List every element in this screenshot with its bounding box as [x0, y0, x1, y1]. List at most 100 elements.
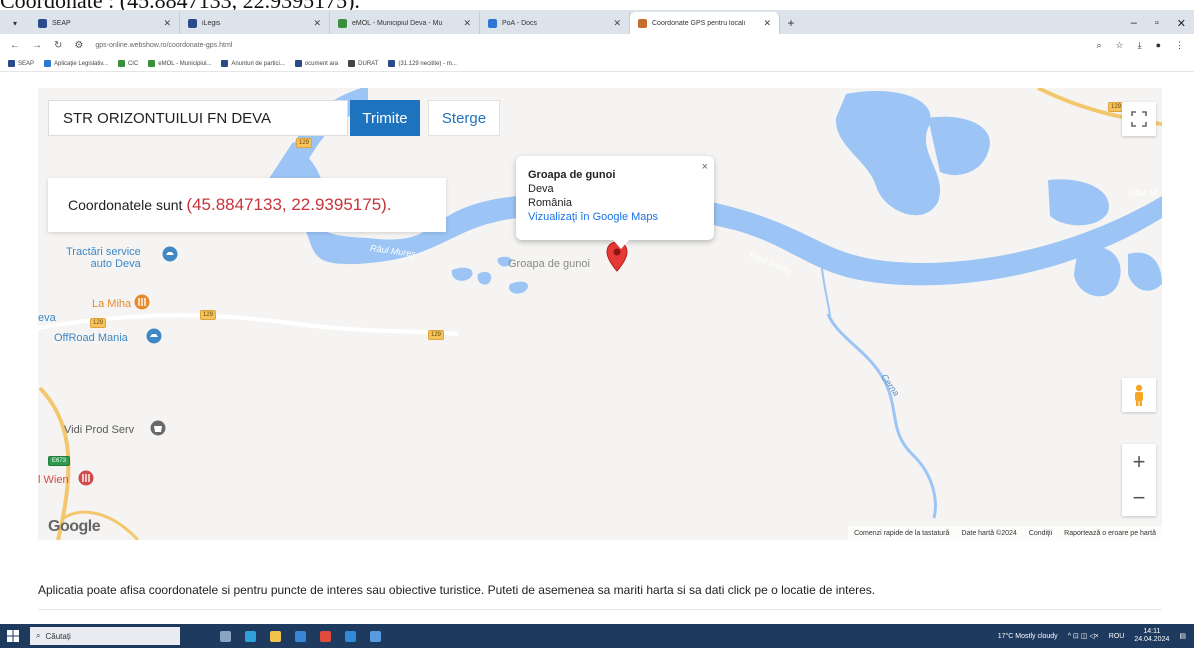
tab-seap[interactable]: SEAP ✕: [30, 12, 180, 34]
road-number-badge: E673: [48, 456, 70, 466]
bookmark-anunturi[interactable]: Anunturi de partici...: [221, 60, 285, 67]
bookmark-label: Anunturi de partici...: [231, 60, 285, 67]
tab-coordonate-gps[interactable]: Coordonate GPS pentru locali ✕: [630, 12, 780, 34]
minimize-icon[interactable]: –: [1131, 17, 1137, 29]
search-placeholder: Căutați: [45, 631, 71, 641]
restaurant-icon[interactable]: [78, 470, 94, 488]
store-icon[interactable]: [295, 630, 306, 642]
road-number-badge: 129: [90, 318, 106, 328]
bookmark-icon: [294, 60, 302, 67]
bookmark-icon: [44, 60, 52, 67]
forward-icon[interactable]: →: [32, 40, 42, 51]
profile-icon[interactable]: ●: [1156, 40, 1161, 51]
taskbar-search-input[interactable]: ⌕ Căutați: [30, 627, 180, 645]
close-icon[interactable]: ✕: [463, 18, 471, 29]
download-icon[interactable]: ⤓: [1138, 40, 1142, 51]
lake: [835, 91, 941, 216]
tab-poa-docs[interactable]: PoA - Docs ✕: [480, 12, 630, 34]
poi-offroad-mania[interactable]: OffRoad Mania: [54, 332, 128, 344]
system-tray: 17°C Mostly cloudy ^ ⊡ ◫ ◁× ROU 14:11 24…: [998, 628, 1194, 644]
report-error-link[interactable]: Raportează o eroare pe hartă: [1064, 530, 1156, 537]
bookmark-document[interactable]: ocument ara: [294, 60, 338, 67]
info-title: Groapa de gunoi: [528, 169, 616, 181]
tab-title: PoA - Docs: [502, 19, 538, 27]
shop-icon[interactable]: [150, 420, 166, 438]
file-explorer-icon[interactable]: [270, 630, 281, 642]
reload-icon[interactable]: ↻: [54, 40, 62, 51]
clock-time: 14:11: [1143, 628, 1161, 635]
bookmark-star-icon[interactable]: ☆: [1116, 40, 1124, 51]
bookmark-emol[interactable]: eMOL - Municipiul...: [148, 60, 211, 67]
bookmark-durat[interactable]: DURAT: [348, 60, 378, 67]
google-maps-link[interactable]: Vizualizaţi în Google Maps: [528, 210, 702, 224]
close-icon[interactable]: ✕: [163, 18, 171, 29]
browser-tab-bar: ▾ SEAP ✕ iLegis ✕ eMOL - Municipiul Deva…: [0, 10, 1194, 34]
bookmark-mail[interactable]: (31.129 necitite) - m...: [388, 60, 457, 67]
weather-widget[interactable]: 17°C Mostly cloudy: [998, 633, 1058, 640]
close-icon[interactable]: ×: [702, 160, 708, 174]
zoom-icon[interactable]: ⌕: [1096, 40, 1101, 51]
poi-wien[interactable]: l Wien: [38, 474, 69, 486]
url-field[interactable]: gps-online.webshow.ro/coordonate-gps.htm…: [95, 42, 1084, 49]
maximize-icon[interactable]: ▫: [1155, 17, 1159, 29]
back-icon[interactable]: ←: [10, 40, 20, 51]
bookmark-seap[interactable]: SEAP: [8, 60, 34, 67]
language-indicator[interactable]: ROU: [1109, 633, 1125, 640]
search-icon: ⌕: [36, 631, 41, 640]
close-icon[interactable]: ✕: [313, 18, 321, 29]
edge-icon[interactable]: [245, 630, 256, 642]
bookmark-label: Aplicaţie Legislativ...: [54, 60, 108, 67]
coordinates-card: Coordonatele sunt (45.8847133, 22.939517…: [48, 178, 446, 232]
lake: [1048, 179, 1109, 226]
tab-emol[interactable]: eMOL - Municipiul Deva - Mu ✕: [330, 12, 480, 34]
bookmark-cic[interactable]: CIC: [117, 60, 138, 67]
poi-label: Tractări service: [66, 246, 141, 258]
seap-icon: [38, 18, 47, 28]
zoom-out-button[interactable]: −: [1122, 480, 1156, 516]
close-icon[interactable]: ✕: [613, 18, 621, 29]
windows-icon: [7, 630, 19, 642]
poi-label: auto Deva: [90, 258, 141, 270]
site-info-icon[interactable]: ⚙: [74, 40, 83, 51]
menu-icon[interactable]: ⋮: [1175, 40, 1184, 51]
poi-tractari[interactable]: Tractări service auto Deva: [66, 246, 141, 270]
tab-title: SEAP: [52, 19, 71, 27]
river-label: Râul M: [1128, 188, 1157, 198]
zoom-in-button[interactable]: +: [1122, 444, 1156, 480]
task-view-icon[interactable]: [220, 630, 231, 642]
bookmark-icon: [117, 60, 125, 67]
chrome-icon[interactable]: [320, 630, 331, 642]
send-button[interactable]: Trimite: [350, 100, 420, 136]
marker-label: Groapa de gunoi: [508, 258, 590, 270]
restaurant-icon[interactable]: [134, 294, 150, 312]
tab-menu-button[interactable]: ▾: [0, 12, 30, 34]
address-search-input[interactable]: STR ORIZONTUILUI FN DEVA: [48, 100, 348, 136]
page-description: Aplicatia poate afisa coordonatele si pe…: [38, 583, 876, 597]
place-label: eva: [38, 312, 56, 324]
terms-link[interactable]: Condiţii: [1029, 530, 1052, 537]
new-tab-button[interactable]: +: [780, 12, 802, 34]
close-icon[interactable]: ✕: [763, 18, 771, 29]
keyboard-shortcuts-link[interactable]: Comenzi rapide de la tastatură: [854, 530, 949, 537]
app-icon[interactable]: [345, 630, 356, 642]
map-area[interactable]: Râul Mureş Râul Mureş Râul M Cerna 129 1…: [38, 88, 1162, 540]
start-button[interactable]: [0, 624, 26, 648]
close-window-icon[interactable]: ✕: [1177, 17, 1186, 30]
clear-button[interactable]: Sterge: [428, 100, 500, 136]
bookmark-legislativ[interactable]: Aplicaţie Legislativ...: [44, 60, 108, 67]
poi-vidi-prod-serv[interactable]: Vidi Prod Serv: [64, 424, 134, 436]
tab-title: Coordonate GPS pentru locali: [652, 19, 745, 27]
street-view-pegman[interactable]: [1122, 378, 1156, 412]
fullscreen-button[interactable]: [1122, 102, 1156, 136]
tray-icons[interactable]: ^ ⊡ ◫ ◁×: [1068, 632, 1099, 640]
car-service-icon[interactable]: [162, 246, 178, 264]
tab-ilegis[interactable]: iLegis ✕: [180, 12, 330, 34]
notifications-icon[interactable]: ▤: [1179, 632, 1186, 640]
poi-la-miha[interactable]: La Miha: [92, 298, 131, 310]
clock[interactable]: 14:11 24.04.2024: [1134, 628, 1169, 644]
bookmark-icon: [348, 60, 356, 67]
app-icon[interactable]: [370, 630, 381, 642]
car-icon[interactable]: [146, 328, 162, 346]
coordinates-value: (45.8847133, 22.9395175).: [186, 195, 392, 214]
map-footer: Comenzi rapide de la tastatură Date hart…: [848, 526, 1162, 540]
